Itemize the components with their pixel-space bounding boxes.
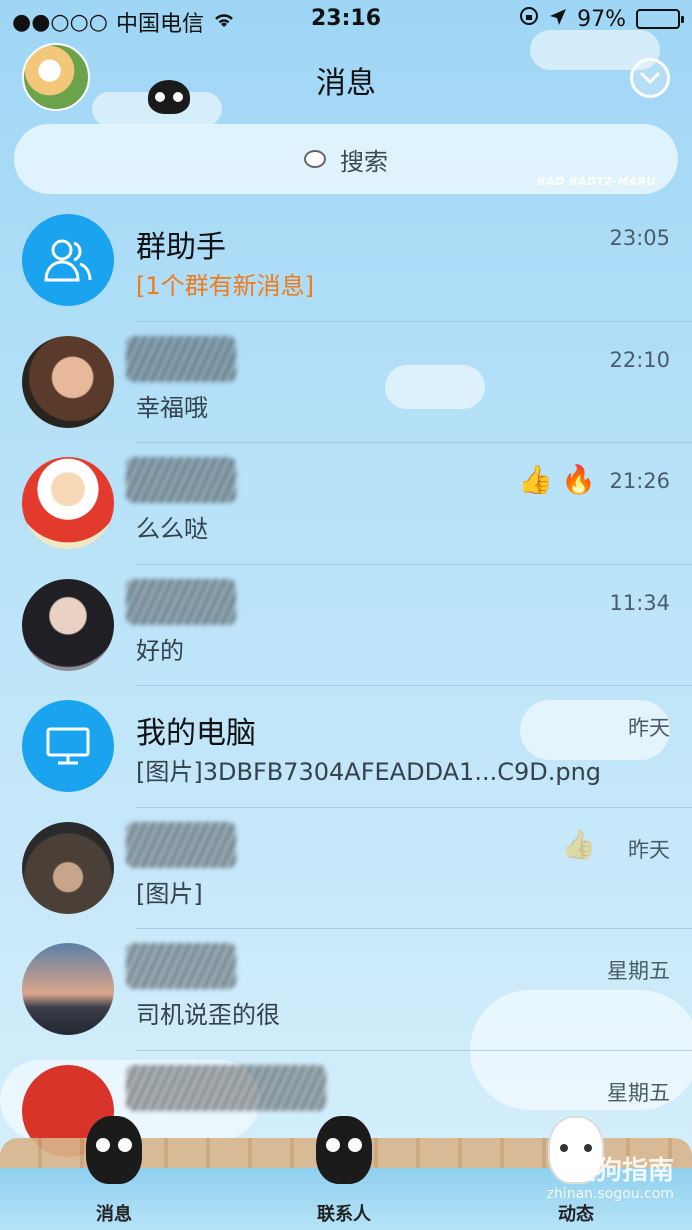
conversation-preview: 幸福哦 (136, 393, 208, 422)
header: 消息 (0, 40, 692, 120)
watermark-url: zhinan.sogou.com (546, 1186, 674, 1202)
search-icon (304, 150, 326, 168)
orientation-lock-icon (519, 6, 539, 32)
badtz-maru-messages-icon (86, 1116, 142, 1184)
contact-avatar (22, 335, 114, 428)
search-bar[interactable]: 搜索 BAD BADTZ-MARU (14, 124, 678, 194)
conversation-preview: [图片]3DBFB7304AFEADDA1...C9D.png (136, 758, 602, 786)
search-label: 搜索 (340, 147, 388, 176)
conversation-time: 21:26 (609, 469, 670, 493)
computer-icon (22, 700, 114, 792)
conversation-preview: 么么哒 (136, 515, 208, 543)
watermark-text: 搜狗指南 (569, 1156, 674, 1186)
battery-icon (636, 9, 684, 29)
tab-bar: 消息 联系人 动态 搜狗指南 zhinan.sogou.com (0, 1110, 692, 1230)
redacted-name (126, 578, 236, 625)
conversation-time: 11:34 (609, 590, 670, 615)
redacted-name (126, 1064, 326, 1111)
page-title: 消息 (316, 66, 376, 101)
conversation-time: 星期五 (607, 1080, 670, 1105)
conversation-preview: [图片] (136, 879, 203, 908)
group-assistant-icon (22, 214, 114, 306)
conversation-row[interactable]: 好的 11:34 (0, 565, 692, 686)
conversation-row[interactable]: [图片] 👍 昨天 (0, 808, 692, 929)
tab-label: 联系人 (317, 1204, 371, 1225)
status-bar: ●●○○○ 中国电信 23:16 97% (0, 0, 692, 38)
search-brand-text: BAD BADTZ-MARU (537, 175, 656, 188)
tab-label: 动态 (558, 1204, 594, 1225)
redacted-name (126, 821, 236, 868)
conversation-preview: 好的 (136, 636, 184, 665)
chevron-down-icon (639, 66, 661, 90)
conversation-time: 昨天 (628, 837, 670, 862)
conversation-name: 我的电脑 (136, 716, 256, 751)
battery-percent: 97% (577, 6, 626, 32)
tab-label: 消息 (96, 1204, 132, 1225)
conversation-preview: [1个群有新消息] (136, 272, 314, 300)
location-icon (549, 7, 567, 32)
conversation-row[interactable]: 群助手 [1个群有新消息] 23:05 (0, 200, 692, 322)
redacted-name (126, 457, 236, 503)
fire-icon: 🔥 (561, 463, 596, 496)
thumbs-up-icon: 👍 (561, 827, 596, 861)
tab-messages[interactable]: 消息 (54, 1110, 174, 1230)
badtz-maru-contacts-icon (316, 1116, 372, 1184)
contact-avatar (22, 821, 114, 914)
contact-avatar (22, 943, 114, 1035)
conversation-preview: 司机说歪的很 (136, 1001, 280, 1029)
conversation-row[interactable]: 我的电脑 [图片]3DBFB7304AFEADDA1...C9D.png 昨天 (0, 686, 692, 808)
thumbs-up-icon: 👍 (518, 463, 554, 496)
conversation-row[interactable]: 幸福哦 22:10 (0, 322, 692, 443)
redacted-name (126, 335, 236, 382)
conversation-row[interactable]: 么么哒 👍 🔥 21:26 (0, 443, 692, 565)
contact-avatar (22, 578, 114, 671)
redacted-name (126, 943, 236, 989)
conversation-row[interactable]: 司机说歪的很 星期五 (0, 929, 692, 1051)
contact-avatar (22, 457, 114, 549)
conversation-time: 22:10 (609, 347, 670, 372)
conversation-time: 星期五 (607, 959, 670, 983)
conversation-time: 23:05 (609, 226, 670, 250)
conversation-list: 群助手 [1个群有新消息] 23:05 幸福哦 22:10 么么哒 👍 🔥 21… (0, 200, 692, 1172)
header-menu-button[interactable] (630, 58, 670, 98)
tab-contacts[interactable]: 联系人 (284, 1110, 404, 1230)
conversation-time: 昨天 (628, 716, 670, 740)
conversation-name: 群助手 (136, 230, 226, 265)
